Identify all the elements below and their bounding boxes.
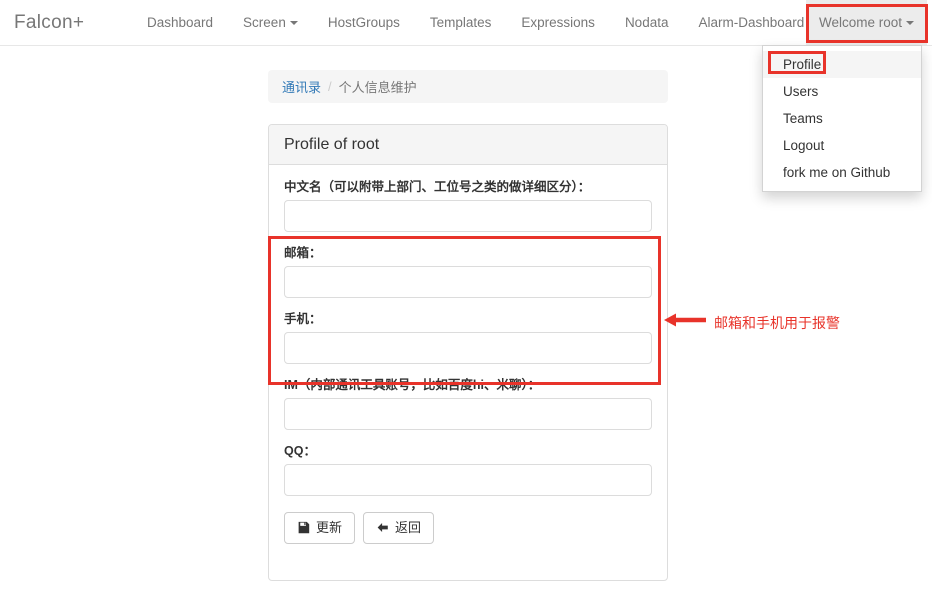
menu-item-label: Logout: [783, 138, 824, 153]
panel-heading: Profile of root: [269, 125, 667, 165]
menu-item-label: Users: [783, 84, 818, 99]
form-actions: 更新 返回: [284, 512, 652, 544]
form-group-qq: QQ：: [284, 443, 652, 496]
nav-item-dashboard[interactable]: Dashboard: [132, 0, 228, 45]
menu-item-label: fork me on Github: [783, 165, 890, 180]
menu-item-users[interactable]: Users: [763, 78, 921, 105]
page-root: Falcon+ Dashboard Screen HostGroups Temp…: [0, 0, 932, 590]
nav-item-nodata[interactable]: Nodata: [610, 0, 684, 45]
menu-item-fork-on-github[interactable]: fork me on Github: [763, 159, 921, 186]
phone-label: 手机：: [284, 311, 652, 327]
annotation-note-text: 邮箱和手机用于报警: [714, 313, 840, 333]
nav-item-label: Alarm-Dashboard: [698, 15, 804, 30]
email-input[interactable]: [284, 266, 652, 298]
nav-item-templates[interactable]: Templates: [415, 0, 507, 45]
nav-item-alarm-dashboard[interactable]: Alarm-Dashboard: [683, 0, 819, 45]
menu-item-teams[interactable]: Teams: [763, 105, 921, 132]
form-group-im: IM（内部通讯工具账号，比如百度hi、米聊）：: [284, 377, 652, 430]
nav-item-screen[interactable]: Screen: [228, 0, 313, 45]
update-button[interactable]: 更新: [284, 512, 355, 544]
annotation-note: 邮箱和手机用于报警: [664, 312, 840, 333]
user-dropdown-menu: Profile Users Teams Logout fork me on Gi…: [762, 45, 922, 192]
nav-item-label: Nodata: [625, 15, 669, 30]
nav-item-label: Dashboard: [147, 15, 213, 30]
form-group-email: 邮箱：: [284, 245, 652, 298]
nav-item-hostgroups[interactable]: HostGroups: [313, 0, 415, 45]
chevron-down-icon: [906, 21, 914, 25]
chinese-name-input[interactable]: [284, 200, 652, 232]
nav-item-label: HostGroups: [328, 15, 400, 30]
profile-panel: Profile of root 中文名（可以附带上部门、工位号之类的做详细区分）…: [268, 124, 668, 581]
nav-item-label: Screen: [243, 15, 286, 30]
nav-item-label: Expressions: [521, 15, 595, 30]
top-navbar: Falcon+ Dashboard Screen HostGroups Temp…: [0, 0, 932, 46]
main-nav: Dashboard Screen HostGroups Templates Ex…: [132, 0, 819, 45]
back-button[interactable]: 返回: [363, 512, 434, 544]
qq-label: QQ：: [284, 443, 652, 459]
arrow-left-icon: [664, 312, 706, 333]
chinese-name-label: 中文名（可以附带上部门、工位号之类的做详细区分）：: [284, 179, 652, 195]
phone-input[interactable]: [284, 332, 652, 364]
welcome-root-label: Welcome root: [819, 15, 902, 30]
floppy-save-icon: [297, 521, 310, 536]
brand-logo[interactable]: Falcon+: [14, 10, 84, 36]
email-label: 邮箱：: [284, 245, 652, 261]
form-group-chinese-name: 中文名（可以附带上部门、工位号之类的做详细区分）：: [284, 179, 652, 232]
menu-item-profile[interactable]: Profile: [763, 51, 921, 78]
breadcrumb-current: 个人信息维护: [339, 77, 417, 96]
user-menu: Welcome root Profile Users Teams Logout …: [806, 0, 927, 45]
chevron-down-icon: [290, 21, 298, 25]
back-button-label: 返回: [395, 519, 421, 537]
welcome-root-button[interactable]: Welcome root: [806, 0, 927, 45]
form-group-phone: 手机：: [284, 311, 652, 364]
qq-input[interactable]: [284, 464, 652, 496]
arrow-left-icon: [376, 521, 389, 536]
panel-body: 中文名（可以附带上部门、工位号之类的做详细区分）： 邮箱： 手机： IM（内部通…: [269, 165, 667, 559]
menu-item-logout[interactable]: Logout: [763, 132, 921, 159]
im-input[interactable]: [284, 398, 652, 430]
nav-item-label: Templates: [430, 15, 492, 30]
menu-item-label: Teams: [783, 111, 823, 126]
breadcrumb: 通讯录 / 个人信息维护: [268, 70, 668, 103]
im-label: IM（内部通讯工具账号，比如百度hi、米聊）：: [284, 377, 652, 393]
breadcrumb-link-root[interactable]: 通讯录: [282, 77, 321, 96]
update-button-label: 更新: [316, 519, 342, 537]
breadcrumb-separator: /: [328, 79, 332, 94]
page-title: Profile of root: [284, 136, 379, 154]
nav-item-expressions[interactable]: Expressions: [506, 0, 610, 45]
menu-item-label: Profile: [783, 57, 821, 72]
